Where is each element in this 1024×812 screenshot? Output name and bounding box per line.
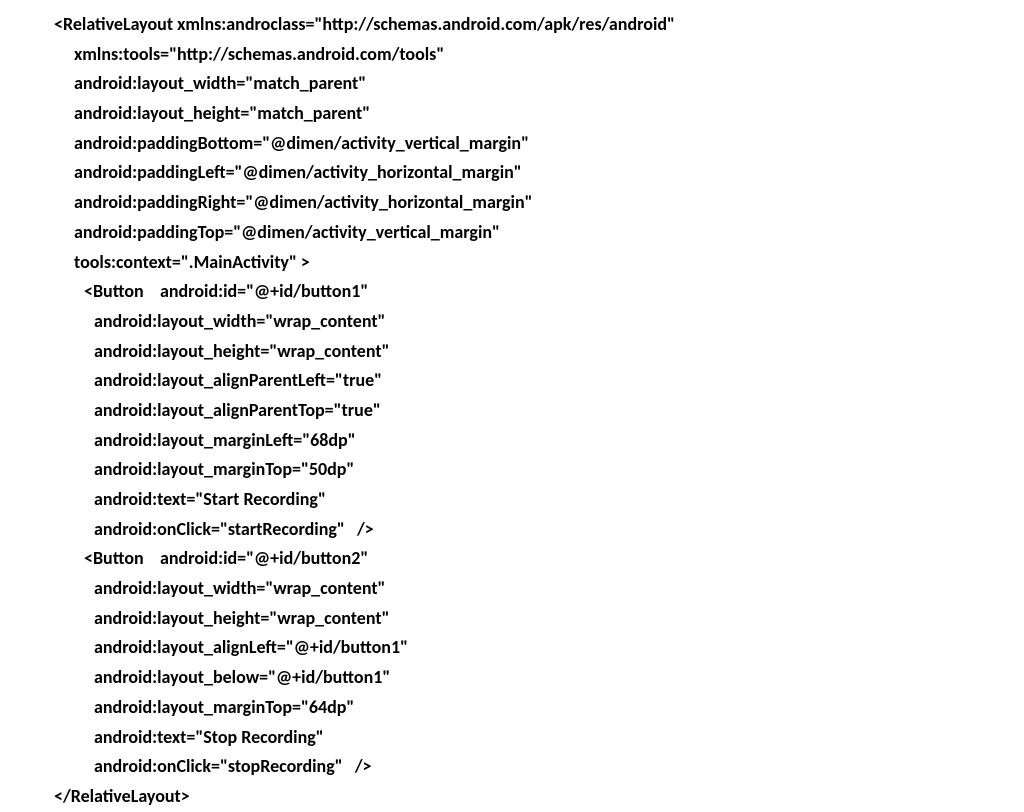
code-line: tools:context=".MainActivity" >: [54, 248, 1024, 278]
code-line: android:layout_height="match_parent": [54, 99, 1024, 129]
code-line: android:layout_alignParentTop="true": [54, 396, 1024, 426]
code-line: android:onClick="stopRecording" />: [54, 752, 1024, 782]
code-line: <Button android:id="@+id/button2": [54, 544, 1024, 574]
code-line: android:paddingTop="@dimen/activity_vert…: [54, 218, 1024, 248]
code-line: android:text="Stop Recording": [54, 723, 1024, 753]
code-line: android:paddingLeft="@dimen/activity_hor…: [54, 158, 1024, 188]
code-line: android:layout_alignParentLeft="true": [54, 366, 1024, 396]
code-line: android:layout_width="match_parent": [54, 69, 1024, 99]
code-line: android:text="Start Recording": [54, 485, 1024, 515]
code-line: android:layout_marginTop="64dp": [54, 693, 1024, 723]
code-line: xmlns:tools="http://schemas.android.com/…: [54, 40, 1024, 70]
code-line: android:layout_height="wrap_content": [54, 604, 1024, 634]
code-line: android:paddingBottom="@dimen/activity_v…: [54, 129, 1024, 159]
code-line: android:paddingRight="@dimen/activity_ho…: [54, 188, 1024, 218]
code-line: </RelativeLayout>: [54, 782, 1024, 812]
code-line: android:layout_width="wrap_content": [54, 307, 1024, 337]
code-line: android:layout_width="wrap_content": [54, 574, 1024, 604]
code-line: android:layout_marginLeft="68dp": [54, 426, 1024, 456]
code-line: android:layout_below="@+id/button1": [54, 663, 1024, 693]
code-line: <Button android:id="@+id/button1": [54, 277, 1024, 307]
code-line: <RelativeLayout xmlns:androclass="http:/…: [54, 10, 1024, 40]
code-line: android:onClick="startRecording" />: [54, 515, 1024, 545]
code-line: android:layout_alignLeft="@+id/button1": [54, 633, 1024, 663]
code-line: android:layout_height="wrap_content": [54, 337, 1024, 367]
code-line: android:layout_marginTop="50dp": [54, 455, 1024, 485]
code-block: <RelativeLayout xmlns:androclass="http:/…: [0, 0, 1024, 812]
